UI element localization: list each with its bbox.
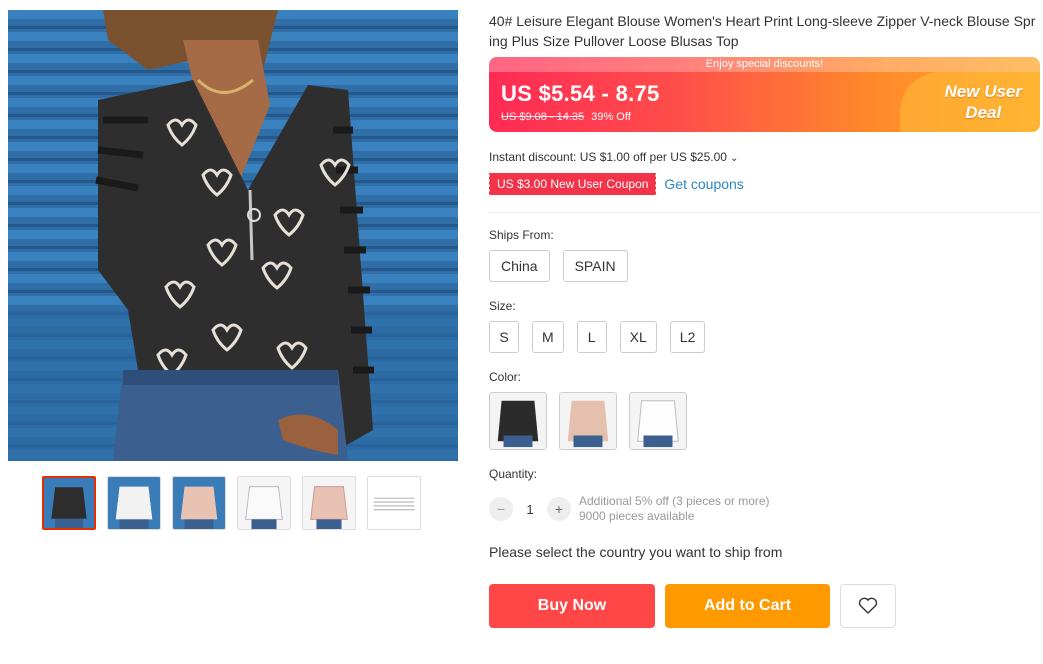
ship-country-note: Please select the country you want to sh… [489,544,783,560]
price-banner: Enjoy special discounts! US $5.54 - 8.75… [489,57,1040,132]
discount-percent: 39% Off [591,111,631,123]
deal-line-2: Deal [965,103,1002,122]
plus-icon[interactable]: + [547,497,571,521]
size-l[interactable]: L [576,321,607,353]
product-title: 40# Leisure Elegant Blouse Women's Heart… [489,13,1036,49]
thumbnail-5[interactable] [302,476,356,530]
main-product-image[interactable] [8,10,458,461]
thumbnail-strip [42,476,421,530]
ships-from-label: Ships From: [489,228,554,242]
thumbnail-3[interactable] [172,476,226,530]
thumbnail-6[interactable] [367,476,421,530]
instant-discount-text: Instant discount: US $1.00 off per US $2… [489,150,727,164]
size-options: S M L XL L2 [489,321,708,353]
original-price: US $9.08 - 14.35 [501,111,585,123]
wishlist-button[interactable] [840,584,896,628]
minus-icon[interactable]: − [489,497,513,521]
size-label: Size: [489,299,516,313]
quantity-info: Additional 5% off (3 pieces or more) 900… [579,494,770,524]
size-xl[interactable]: XL [619,321,657,353]
color-options [489,392,689,450]
coupon-row: US $3.00 New User Coupon Get coupons [487,173,744,195]
bulk-discount-text: Additional 5% off (3 pieces or more) [579,494,770,508]
color-pink[interactable] [559,392,617,450]
heart-icon [858,597,878,614]
get-coupons-link[interactable]: Get coupons [664,176,743,192]
quantity-value[interactable]: 1 [513,502,547,517]
deal-line-1: New User [944,82,1022,101]
thumbnail-2[interactable] [107,476,161,530]
instant-discount[interactable]: Instant discount: US $1.00 off per US $2… [489,150,738,164]
new-user-coupon[interactable]: US $3.00 New User Coupon [487,173,657,195]
size-m[interactable]: M [532,321,564,353]
original-price-row: US $9.08 - 14.35 39% Off [501,111,631,123]
color-label: Color: [489,370,522,384]
color-white[interactable] [629,392,687,450]
chevron-down-icon: ⌄ [729,153,739,164]
stock-text: 9000 pieces available [579,509,695,523]
ships-from-options: China SPAIN [489,250,628,282]
ships-from-china[interactable]: China [489,250,550,282]
quantity-label: Quantity: [489,467,538,481]
promo-strip: Enjoy special discounts! [489,57,1040,72]
thumbnail-4[interactable] [237,476,291,530]
current-price: US $5.54 - 8.75 [501,81,660,106]
quantity-stepper: − 1 + Additional 5% off (3 pieces or mor… [489,494,770,524]
size-l2[interactable]: L2 [669,321,706,353]
action-buttons: Buy Now Add to Cart [489,584,896,628]
color-black[interactable] [489,392,547,450]
add-to-cart-button[interactable]: Add to Cart [665,584,830,628]
new-user-deal-badge: New User Deal [945,81,1022,123]
divider [489,212,1040,213]
buy-now-button[interactable]: Buy Now [489,584,655,628]
size-s[interactable]: S [489,321,519,353]
ships-from-spain[interactable]: SPAIN [562,250,628,282]
thumbnail-1[interactable] [42,476,96,530]
